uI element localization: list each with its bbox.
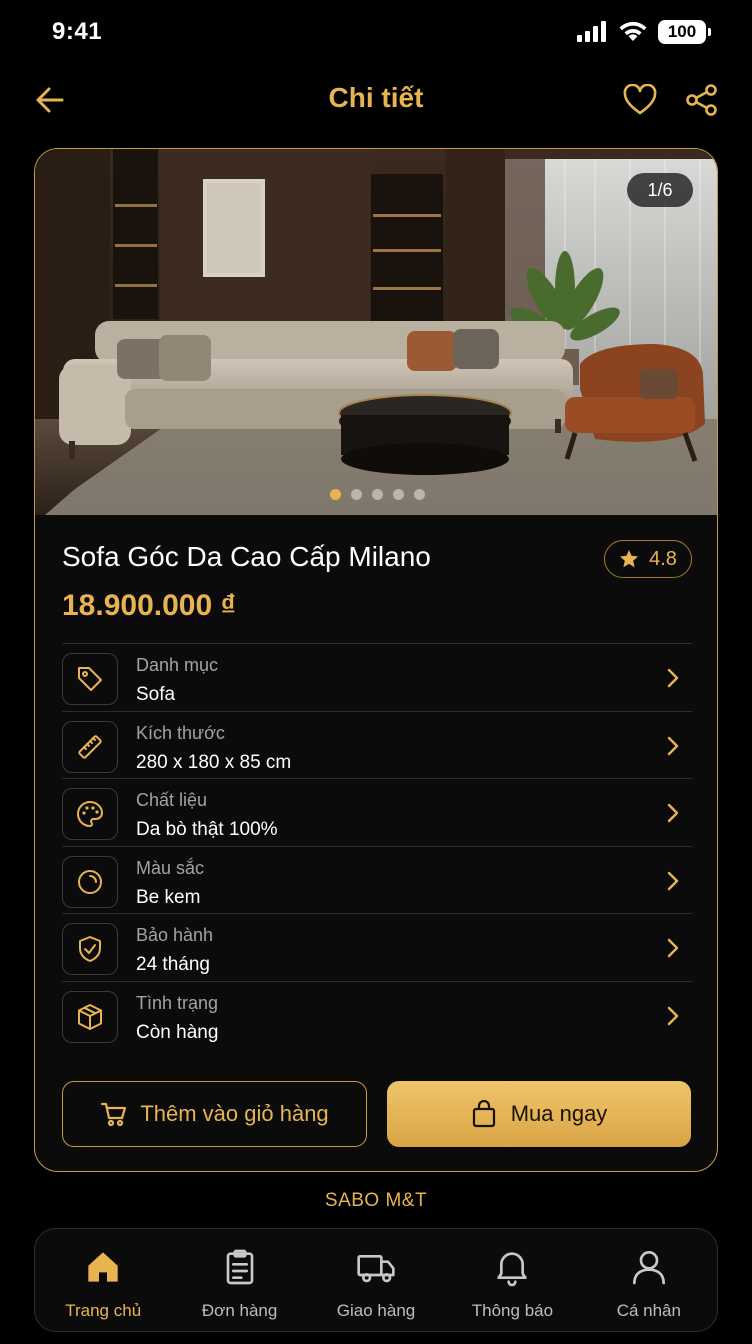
spec-value: Còn hàng	[136, 1021, 219, 1043]
spec-icon-box	[62, 653, 118, 705]
truck-icon	[357, 1255, 395, 1283]
nav-icon	[629, 1247, 669, 1287]
carousel-dot[interactable]	[392, 489, 404, 500]
spec-value: 280 x 180 x 85 cm	[136, 751, 292, 773]
favorite-button[interactable]	[620, 80, 660, 120]
user-icon	[632, 1251, 665, 1285]
star-icon	[620, 550, 639, 568]
spec-icon-box	[62, 720, 118, 773]
palette-icon	[77, 801, 103, 827]
product-name: Sofa Góc Da Cao Cấp Milano	[62, 541, 431, 572]
buy-now-label: Mua ngay	[510, 1101, 608, 1126]
spec-value: Sofa	[136, 684, 176, 705]
add-to-cart-label: Thêm vào giỏ hàng	[140, 1101, 329, 1126]
spec-label: Danh mục	[136, 655, 219, 675]
tag-icon	[78, 667, 102, 691]
nav-item[interactable]: Thông báo	[444, 1229, 580, 1331]
spec-row[interactable]: Danh mục Sofa	[62, 643, 692, 711]
add-to-cart-button[interactable]: Thêm vào giỏ hàng	[62, 1081, 367, 1147]
spec-icon-box	[62, 923, 118, 975]
status-time: 9:41	[52, 18, 103, 45]
shield-check-icon	[79, 936, 101, 962]
spec-icon-box	[62, 855, 118, 908]
status-bar: 9:41 100	[0, 0, 752, 64]
spec-label: Màu sắc	[136, 857, 205, 878]
spec-row[interactable]: Tình trạng Còn hàng	[62, 980, 692, 1049]
spec-list: Danh mục Sofa Kích thước 280 x 180 x 85 …	[62, 643, 692, 1048]
product-price: 18.900.000 ₫	[62, 589, 236, 622]
spec-label: Bảo hành	[136, 925, 214, 945]
nav-label: Trang chủ	[65, 1301, 142, 1320]
carousel-dot[interactable]	[371, 489, 383, 500]
spec-row[interactable]: Chất liệu Da bò thật 100%	[62, 778, 692, 846]
color-circle-icon	[78, 869, 102, 894]
spec-row[interactable]: Màu sắc Be kem	[62, 845, 692, 914]
nav-icon	[356, 1247, 396, 1287]
signal-icon	[577, 21, 606, 42]
chevron-right-icon	[667, 803, 679, 823]
nav-label: Cá nhân	[616, 1301, 681, 1320]
spec-row[interactable]: Kích thước 280 x 180 x 85 cm	[62, 710, 692, 779]
spec-label: Chất liệu	[136, 790, 208, 810]
battery-indicator: 100	[658, 20, 711, 44]
image-counter: 1/6	[627, 173, 693, 207]
nav-item[interactable]: Trang chủ	[35, 1229, 171, 1331]
product-card: 1/6 Sofa Góc Da Cao Cấp Milano 4.8 18.90…	[34, 148, 718, 1172]
share-icon	[686, 84, 717, 116]
spec-value: 24 tháng	[136, 954, 210, 975]
spec-label: Kích thước	[136, 722, 225, 743]
heart-icon	[623, 84, 657, 115]
nav-label: Đơn hàng	[201, 1301, 278, 1320]
chevron-right-icon	[667, 938, 679, 958]
home-icon	[88, 1252, 118, 1282]
chevron-right-icon	[667, 871, 679, 890]
ruler-icon	[78, 734, 102, 759]
shopping-bag-icon	[472, 1100, 495, 1128]
spec-label: Tình trạng	[136, 992, 219, 1013]
nav-icon	[220, 1247, 260, 1287]
header: Chi tiết	[0, 70, 752, 128]
carousel-dot[interactable]	[350, 489, 362, 500]
spec-icon-box	[62, 990, 118, 1043]
clipboard-icon	[226, 1249, 253, 1285]
product-image	[35, 149, 717, 515]
wifi-icon	[619, 21, 647, 41]
nav-item[interactable]: Đơn hàng	[171, 1229, 307, 1331]
cart-icon	[101, 1102, 127, 1127]
bottom-nav: Trang chủ Đơn hàng Giao hàng Thông báo C…	[34, 1228, 718, 1332]
carousel-dot[interactable]	[329, 489, 341, 500]
spec-value: Be kem	[136, 886, 201, 908]
product-image-carousel[interactable]: 1/6	[35, 149, 717, 515]
share-button[interactable]	[682, 80, 722, 120]
rating-badge: 4.8	[604, 540, 692, 578]
nav-item[interactable]: Cá nhân	[581, 1229, 717, 1331]
spec-row[interactable]: Bảo hành 24 tháng	[62, 913, 692, 981]
nav-label: Giao hàng	[336, 1301, 416, 1320]
chevron-right-icon	[667, 1006, 679, 1025]
spec-icon-box	[62, 788, 118, 840]
nav-icon	[492, 1247, 532, 1287]
carousel-dots	[35, 489, 717, 500]
spec-value: Da bò thật 100%	[136, 819, 278, 840]
rating-value: 4.8	[649, 547, 677, 570]
nav-icon	[83, 1247, 123, 1287]
buy-now-button[interactable]: Mua ngay	[387, 1081, 691, 1147]
brand-label: SABO M&T	[324, 1190, 428, 1211]
status-icons: 100	[576, 20, 711, 44]
chevron-right-icon	[667, 736, 679, 755]
nav-label: Thông báo	[471, 1301, 554, 1320]
chevron-right-icon	[667, 668, 679, 688]
box-icon	[78, 1003, 102, 1030]
bell-icon	[497, 1252, 528, 1287]
nav-item[interactable]: Giao hàng	[308, 1229, 444, 1331]
carousel-dot[interactable]	[413, 489, 425, 500]
